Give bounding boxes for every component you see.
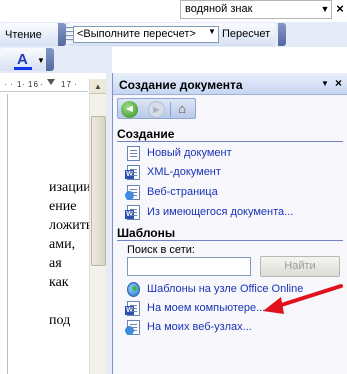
recalc-button[interactable]: Пересчет	[222, 28, 270, 40]
document-line: ами,	[49, 237, 76, 252]
existing-document-icon	[125, 205, 140, 220]
document-line: как	[49, 275, 69, 290]
forward-icon[interactable]: ►	[148, 101, 165, 118]
toolbar-grip-icon[interactable]	[66, 26, 73, 43]
reading-button[interactable]: Чтение	[5, 29, 42, 41]
font-color-button[interactable]: A	[17, 51, 28, 68]
create-item-label: XML-документ	[147, 166, 221, 178]
toolbar-row-2: A ▼	[0, 47, 112, 73]
horizontal-ruler[interactable]: · · 1 · 16 · 17 ·	[0, 79, 88, 92]
indent-marker-icon[interactable]	[47, 79, 55, 85]
web-sites-icon	[125, 320, 140, 335]
search-dropdown-icon[interactable]: ▼	[318, 2, 332, 17]
templates-item-label: На моих веб-узлах...	[147, 321, 252, 333]
search-box[interactable]: водяной знак	[180, 0, 332, 19]
task-pane: Создание документа ▼ × ◄ ► ⌂ Создание Но…	[112, 73, 347, 374]
office-online-globe-icon	[127, 282, 140, 297]
word-templates-icon	[125, 301, 140, 316]
document-line: под	[49, 313, 71, 328]
ruler-mark: 16	[28, 80, 39, 89]
ruler-mark: 17	[61, 80, 72, 89]
search-box-value: водяной знак	[185, 3, 253, 15]
toolbar-options-icon[interactable]	[46, 48, 54, 71]
task-pane-nav: ◄ ► ⌂	[117, 98, 196, 119]
document-line: ложить	[49, 218, 89, 233]
reading-toolbar: Чтение	[0, 23, 58, 46]
blank-document-icon	[127, 146, 140, 161]
font-color-swatch	[14, 67, 32, 70]
close-icon[interactable]: ×	[335, 76, 342, 90]
web-page-icon	[125, 185, 140, 200]
templates-item-label: На моем компьютере...	[147, 302, 266, 314]
divider	[117, 141, 343, 142]
divider	[117, 240, 343, 241]
create-item-label: Веб-страница	[147, 186, 218, 198]
create-item-label: Из имеющегося документа...	[147, 206, 294, 218]
close-icon[interactable]: ×	[333, 0, 347, 19]
web-search-button[interactable]: Найти	[260, 256, 340, 277]
chevron-down-icon[interactable]: ▼	[37, 56, 45, 65]
task-pane-header: Создание документа ▼ ×	[113, 73, 347, 95]
xml-document-icon	[125, 165, 140, 180]
scroll-up-icon[interactable]: ▲	[90, 79, 106, 94]
pane-menu-icon[interactable]: ▼	[321, 79, 329, 88]
divider	[170, 102, 171, 117]
web-search-label: Поиск в сети:	[127, 244, 195, 256]
document-line: ение	[49, 199, 77, 214]
back-icon[interactable]: ◄	[121, 101, 138, 118]
toolbar-options-icon[interactable]	[278, 23, 286, 46]
page-edge	[7, 94, 8, 374]
toolbar-options-icon[interactable]	[58, 23, 66, 46]
scroll-thumb[interactable]	[91, 116, 106, 266]
recalc-combo-value: <Выполните пересчет>	[77, 28, 196, 40]
web-search-input[interactable]	[127, 257, 251, 276]
annotation-arrow-icon	[263, 284, 343, 314]
document-line: изации	[49, 180, 89, 195]
document-line: ая	[49, 256, 62, 271]
document-text[interactable]: изации ение ложить ами, ая как под	[49, 178, 89, 330]
home-icon[interactable]: ⌂	[173, 100, 191, 118]
vertical-scrollbar[interactable]: ▲	[89, 79, 106, 374]
section-create-title: Создание	[117, 127, 175, 141]
section-templates-title: Шаблоны	[117, 226, 176, 240]
task-pane-title: Создание документа	[119, 78, 243, 92]
recalc-combo[interactable]: <Выполните пересчет>	[73, 26, 219, 43]
create-item-label: Новый документ	[147, 147, 232, 159]
toolbar-row-1: Чтение <Выполните пересчет> ▼ Пересчет	[0, 22, 347, 47]
chevron-down-icon[interactable]: ▼	[208, 27, 216, 36]
